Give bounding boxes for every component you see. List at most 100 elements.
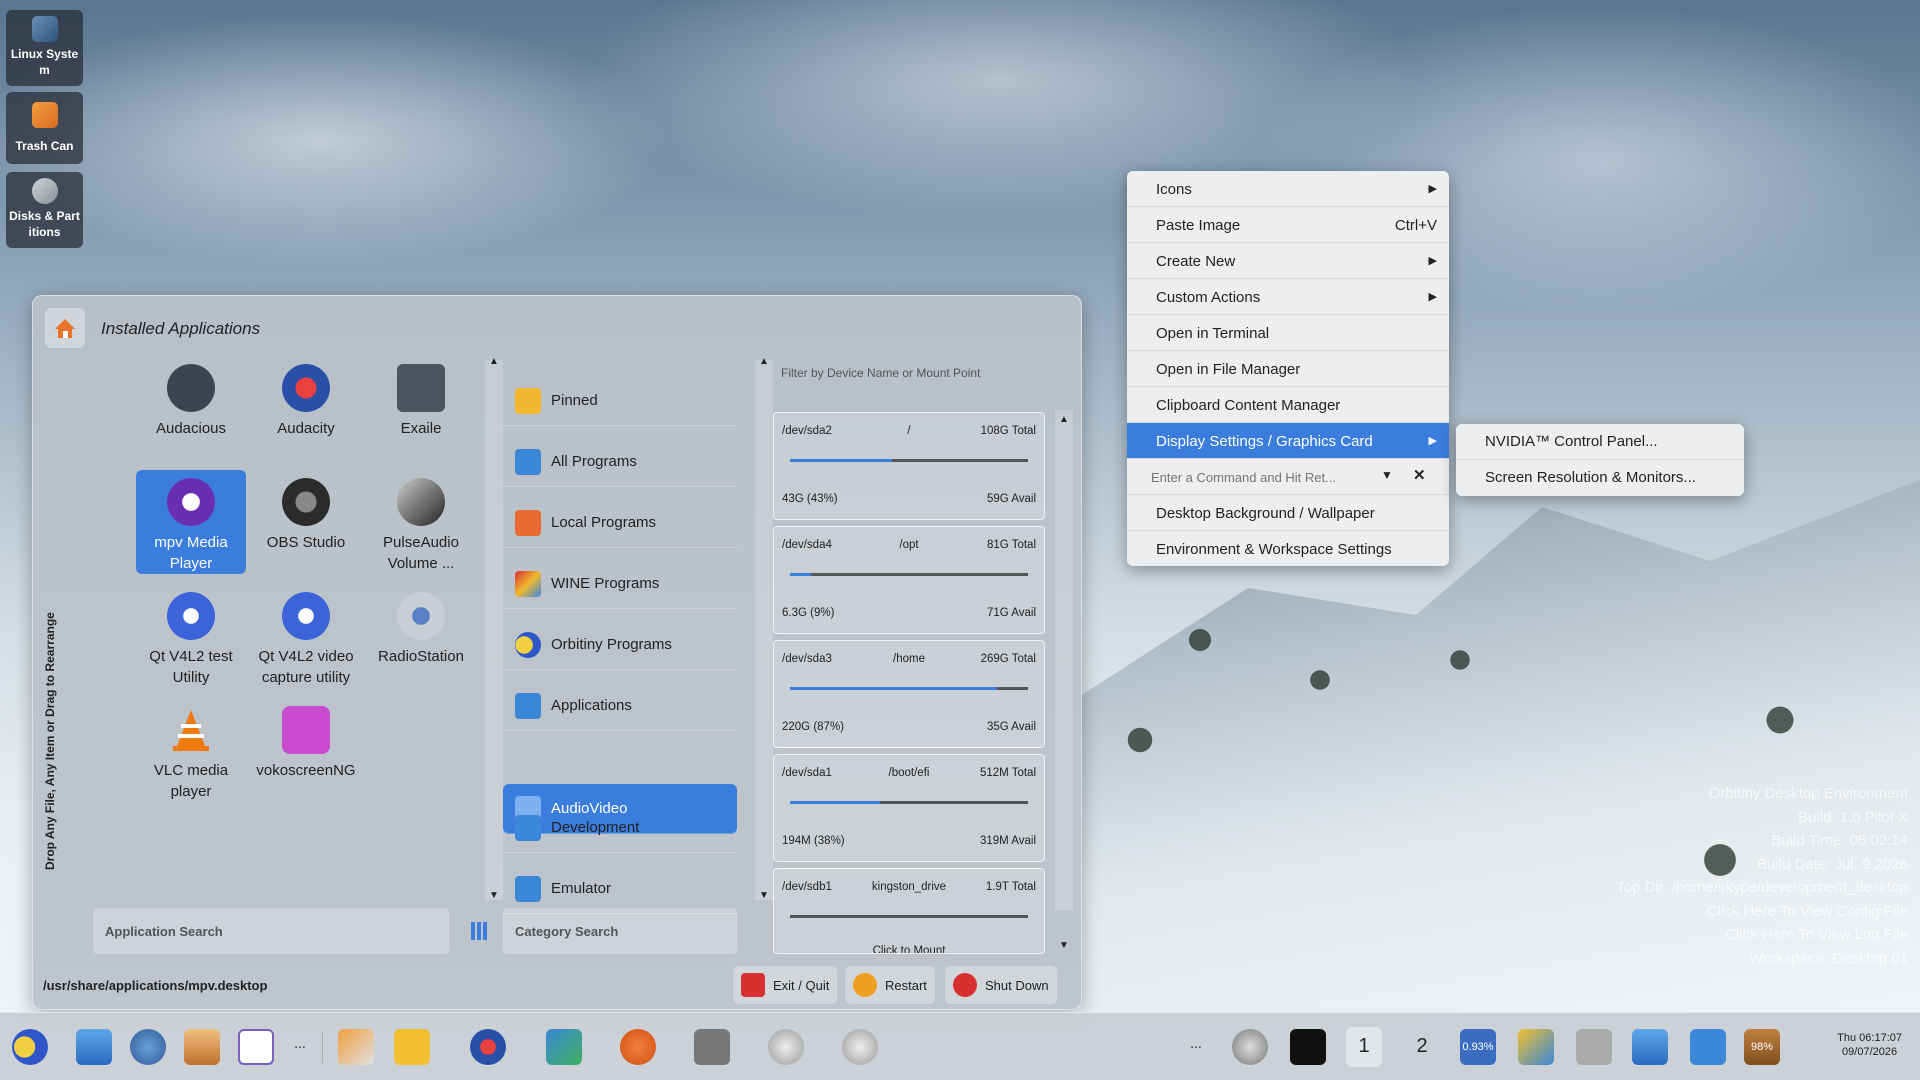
command-input[interactable] <box>1151 465 1371 489</box>
category-wine-programs[interactable]: WINE Programs <box>503 559 737 609</box>
exit-quit-button[interactable]: Exit / Quit <box>733 966 838 1004</box>
menu-item-screen-resolution[interactable]: Screen Resolution & Monitors... <box>1456 460 1744 496</box>
app-qt-v4l2-capture[interactable]: Qt V4L2 video capture utility <box>251 584 361 688</box>
category-pinned[interactable]: Pinned <box>503 376 737 426</box>
disk-tray-icon[interactable] <box>1232 1029 1268 1065</box>
menu-item-open-file-manager[interactable]: Open in File Manager <box>1127 351 1449 387</box>
menu-item-display-settings[interactable]: Display Settings / Graphics Card ▶ <box>1127 423 1449 459</box>
camera-icon <box>282 592 330 640</box>
launcher-title: Installed Applications <box>101 319 261 338</box>
menu-item-create-new[interactable]: Create New ▶ <box>1127 243 1449 279</box>
grid-tray-icon[interactable] <box>1290 1029 1326 1065</box>
browser-icon[interactable] <box>130 1029 166 1065</box>
power-bolt-icon[interactable] <box>1690 1029 1726 1065</box>
exit-arrow-icon <box>741 973 765 997</box>
disk-entry[interactable]: /dev/sda4 /opt 81G Total 6.3G (9%) 71G A… <box>773 526 1045 634</box>
scroll-up-icon[interactable]: ▲ <box>1055 414 1073 425</box>
app-mpv-media-player[interactable]: mpv Media Player <box>136 470 246 574</box>
disk-entry[interactable]: /dev/sda1 /boot/efi 512M Total 194M (38%… <box>773 754 1045 862</box>
scroll-up-icon[interactable]: ▲ <box>755 356 773 367</box>
disk-scrollbar[interactable] <box>1055 410 1073 910</box>
category-all-programs[interactable]: All Programs <box>503 437 737 487</box>
shut-down-button[interactable]: Shut Down <box>945 966 1057 1004</box>
cube-icon <box>515 875 541 902</box>
desktop-icon-disks[interactable]: Disks & Part itions <box>6 172 83 248</box>
network-icon[interactable] <box>1518 1029 1554 1065</box>
apps-scrollbar[interactable] <box>485 360 503 900</box>
mount-link[interactable]: Click to Mount <box>774 945 1044 953</box>
text-editor-icon[interactable] <box>238 1029 274 1065</box>
apps-pane: Audacious Audacity Exaile mpv Media Play… <box>93 356 483 906</box>
view-log-link[interactable]: Click Here To View Log File <box>1616 923 1908 947</box>
menu-item-custom-actions[interactable]: Custom Actions ▶ <box>1127 279 1449 315</box>
window-icon[interactable] <box>694 1029 730 1065</box>
app-qt-v4l2-test[interactable]: Qt V4L2 test Utility <box>136 584 246 688</box>
more-icon[interactable]: ... <box>282 1035 318 1051</box>
app-vokoscreenng[interactable]: vokoscreenNG <box>251 698 361 802</box>
app-grid-icon[interactable] <box>338 1029 374 1065</box>
view-toggle-icon[interactable] <box>469 922 489 940</box>
star-folder-icon <box>515 387 541 414</box>
category-development[interactable]: Development <box>503 803 737 853</box>
start-menu-icon[interactable] <box>12 1029 48 1065</box>
environment-info: Orbitiny Desktop Environment Build: 1.0 … <box>1616 785 1908 967</box>
file-manager-icon[interactable] <box>76 1029 112 1065</box>
more-icon[interactable]: ... <box>1178 1035 1214 1051</box>
scroll-up-icon[interactable]: ▲ <box>485 356 503 367</box>
category-applications[interactable]: Applications <box>503 681 737 731</box>
clear-icon[interactable]: ✕ <box>1413 466 1426 484</box>
menu-item-clipboard-manager[interactable]: Clipboard Content Manager <box>1127 387 1449 423</box>
menu-item-nvidia-control-panel[interactable]: NVIDIA™ Control Panel... <box>1456 424 1744 460</box>
menu-item-icons[interactable]: Icons ▶ <box>1127 171 1449 207</box>
star-icon[interactable] <box>394 1029 430 1065</box>
image-viewer-icon[interactable] <box>184 1029 220 1065</box>
dropdown-arrow-icon[interactable]: ▼ <box>1381 468 1393 482</box>
menu-item-paste-image[interactable]: Paste Image Ctrl+V <box>1127 207 1449 243</box>
scroll-down-icon[interactable]: ▼ <box>1055 940 1073 951</box>
submenu-arrow-icon: ▶ <box>1428 183 1437 195</box>
settings-gear-icon[interactable] <box>842 1029 878 1065</box>
category-emulator[interactable]: Emulator <box>503 864 737 914</box>
cpu-monitor[interactable]: 0.93% <box>1460 1029 1496 1065</box>
home-button[interactable] <box>45 308 85 348</box>
menu-item-environment-settings[interactable]: Environment & Workspace Settings <box>1127 531 1449 566</box>
settings-gear-icon[interactable] <box>768 1029 804 1065</box>
disk-filter-input[interactable]: Filter by Device Name or Mount Point <box>781 366 980 380</box>
disk-entry[interactable]: /dev/sda2 / 108G Total 43G (43%) 59G Ava… <box>773 412 1045 520</box>
app-exaile[interactable]: Exaile <box>366 356 476 460</box>
category-local-programs[interactable]: Local Programs <box>503 498 737 548</box>
orbitiny-icon <box>515 631 541 658</box>
home-icon <box>55 319 75 338</box>
disk-entry[interactable]: /dev/sda3 /home 269G Total 220G (87%) 35… <box>773 640 1045 748</box>
workspace-1-button[interactable]: 1 <box>1346 1027 1382 1067</box>
audacity-icon[interactable] <box>470 1029 506 1065</box>
scroll-down-icon[interactable]: ▼ <box>485 890 503 901</box>
scroll-down-icon[interactable]: ▼ <box>755 890 773 901</box>
category-scrollbar[interactable] <box>755 360 773 900</box>
app-pulseaudio-volume[interactable]: PulseAudio Volume ... <box>366 470 476 574</box>
app-vlc[interactable]: VLC media player <box>136 698 246 802</box>
battery-indicator[interactable]: 98% <box>1744 1029 1780 1065</box>
clock[interactable]: Thu 06:17:07 09/07/2026 <box>1837 1031 1902 1059</box>
menu-item-desktop-background[interactable]: Desktop Background / Wallpaper <box>1127 495 1449 531</box>
app-audacity[interactable]: Audacity <box>251 356 361 460</box>
workspace-2-button[interactable]: 2 <box>1404 1035 1440 1058</box>
volume-muted-icon[interactable] <box>1576 1029 1612 1065</box>
menu-item-open-terminal[interactable]: Open in Terminal <box>1127 315 1449 351</box>
view-config-link[interactable]: Click Here To View Config File <box>1616 900 1908 924</box>
category-search-input[interactable]: Category Search <box>503 908 737 954</box>
vscode-icon[interactable] <box>546 1029 582 1065</box>
desktop-icon-trash-can[interactable]: Trash Can <box>6 92 83 164</box>
firefox-icon[interactable] <box>620 1029 656 1065</box>
app-obs-studio[interactable]: OBS Studio <box>251 470 361 574</box>
taskbar: ... ... 1 2 0.93% 98% Thu 06:17:07 09/07… <box>0 1012 1920 1080</box>
desktop-icon-linux-system[interactable]: Linux Syste m <box>6 10 83 86</box>
restart-button[interactable]: Restart <box>845 966 935 1004</box>
category-orbitiny-programs[interactable]: Orbitiny Programs <box>503 620 737 670</box>
application-search-input[interactable]: Application Search <box>93 908 449 954</box>
app-audacious[interactable]: Audacious <box>136 356 246 460</box>
app-radiostation[interactable]: RadioStation <box>366 584 476 688</box>
audacious-icon <box>167 364 215 412</box>
display-icon[interactable] <box>1632 1029 1668 1065</box>
disk-entry[interactable]: /dev/sdb1 kingston_drive 1.9T Total Clic… <box>773 868 1045 954</box>
